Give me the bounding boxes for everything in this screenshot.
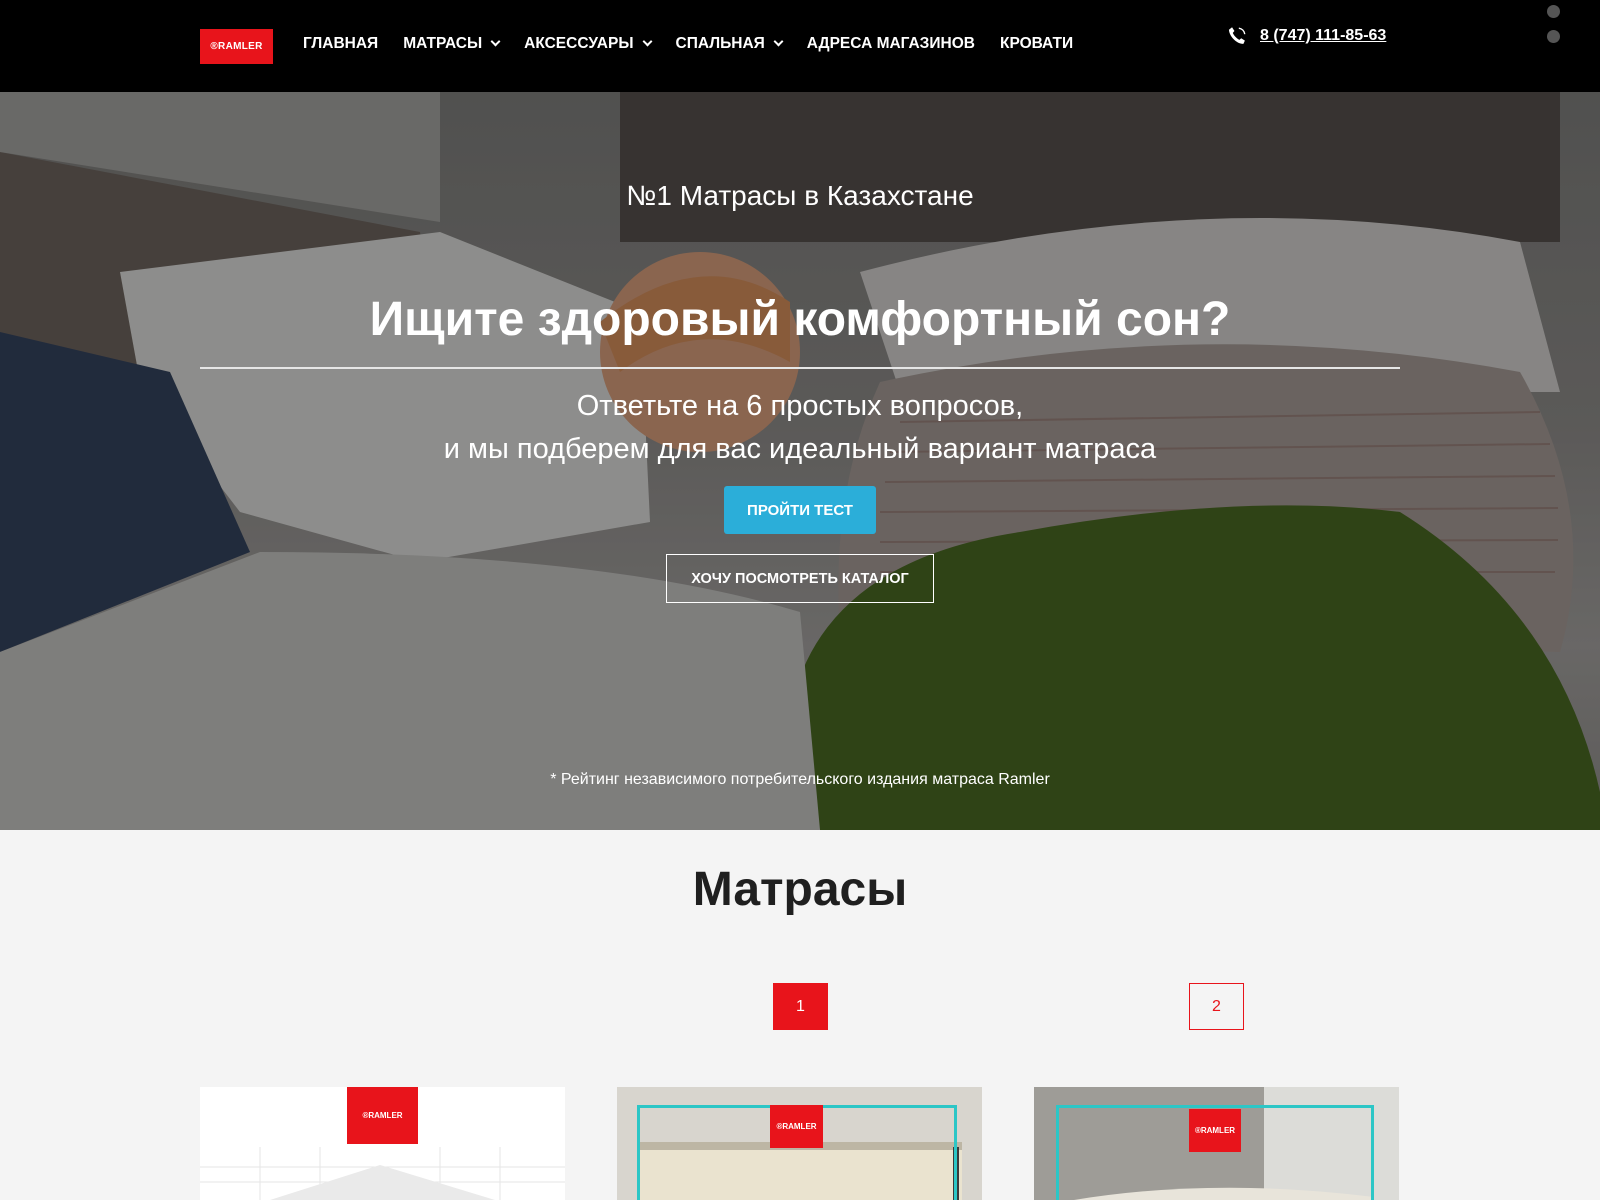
nav-item-home[interactable]: ГЛАВНАЯ xyxy=(303,35,378,53)
product-card[interactable]: ®RAMLER xyxy=(1034,1087,1399,1200)
scroll-dot[interactable] xyxy=(1547,5,1560,18)
chevron-down-icon xyxy=(773,36,784,47)
card-logo: ®RAMLER xyxy=(1189,1109,1241,1152)
hero-divider xyxy=(200,367,1400,369)
card-logo: ®RAMLER xyxy=(770,1105,823,1148)
hero-rating-note: * Рейтинг независимого потребительского … xyxy=(550,771,1050,788)
hero-title: Ищите здоровый комфортный сон? xyxy=(369,293,1231,346)
nav-item-label: ГЛАВНАЯ xyxy=(303,35,379,52)
nav-item-mattresses[interactable]: МАТРАСЫ xyxy=(403,35,501,53)
phone-contact: 8 (747) 111-85-63 xyxy=(1226,25,1386,47)
hero-section: №1 Матрасы в Казахстане Ищите здоровый к… xyxy=(0,92,1600,830)
nav-item-label: КРОВАТИ xyxy=(999,35,1074,52)
nav-item-beds[interactable]: КРОВАТИ xyxy=(1000,35,1073,53)
nav-item-label: СПАЛЬНАЯ xyxy=(675,35,765,52)
nav-item-label: АДРЕСА МАГАЗИНОВ xyxy=(806,35,975,52)
take-test-button[interactable]: ПРОЙТИ ТЕСТ xyxy=(724,486,876,534)
product-card[interactable]: ®RAMLER xyxy=(617,1087,982,1200)
ramler-logo[interactable]: ®RAMLER xyxy=(200,29,273,64)
card-logo: ®RAMLER xyxy=(347,1087,418,1144)
product-card[interactable]: ®RAMLER xyxy=(200,1087,565,1200)
hero-description: Ответьте на 6 простых вопросов, и мы под… xyxy=(0,385,1600,471)
chevron-down-icon xyxy=(490,36,501,47)
page-button-2[interactable]: 2 xyxy=(1189,983,1244,1030)
phone-icon xyxy=(1228,27,1246,44)
hero-description-line: Ответьте на 6 простых вопросов, xyxy=(576,390,1024,422)
nav-item-label: МАТРАСЫ xyxy=(403,35,483,52)
scroll-dot[interactable] xyxy=(1547,30,1560,43)
nav-item-store-addresses[interactable]: АДРЕСА МАГАЗИНОВ xyxy=(807,35,975,53)
chevron-down-icon xyxy=(642,36,652,47)
nav-item-label: АКСЕССУАРЫ xyxy=(524,35,634,52)
hero-description-line: и мы подберем для вас идеальный вариант … xyxy=(443,433,1157,465)
hero-subtitle: №1 Матрасы в Казахстане xyxy=(626,180,974,211)
phone-number-link[interactable]: 8 (747) 111-85-63 xyxy=(1260,27,1386,45)
page-button-1[interactable]: 1 xyxy=(773,983,828,1030)
nav-item-accessories[interactable]: АКСЕССУАРЫ xyxy=(524,35,652,53)
main-nav: ГЛАВНАЯ МАТРАСЫ АКСЕССУАРЫ СПАЛЬНАЯ АДРЕ… xyxy=(303,35,1098,53)
scroll-dots xyxy=(1547,5,1560,55)
section-title: Матрасы xyxy=(692,863,908,916)
nav-item-bedroom[interactable]: СПАЛЬНАЯ xyxy=(675,35,784,53)
view-catalog-button[interactable]: ХОЧУ ПОСМОТРЕТЬ КАТАЛОГ xyxy=(666,554,934,603)
site-header: ®RAMLER ГЛАВНАЯ МАТРАСЫ АКСЕССУАРЫ СПАЛЬ… xyxy=(0,0,1600,92)
